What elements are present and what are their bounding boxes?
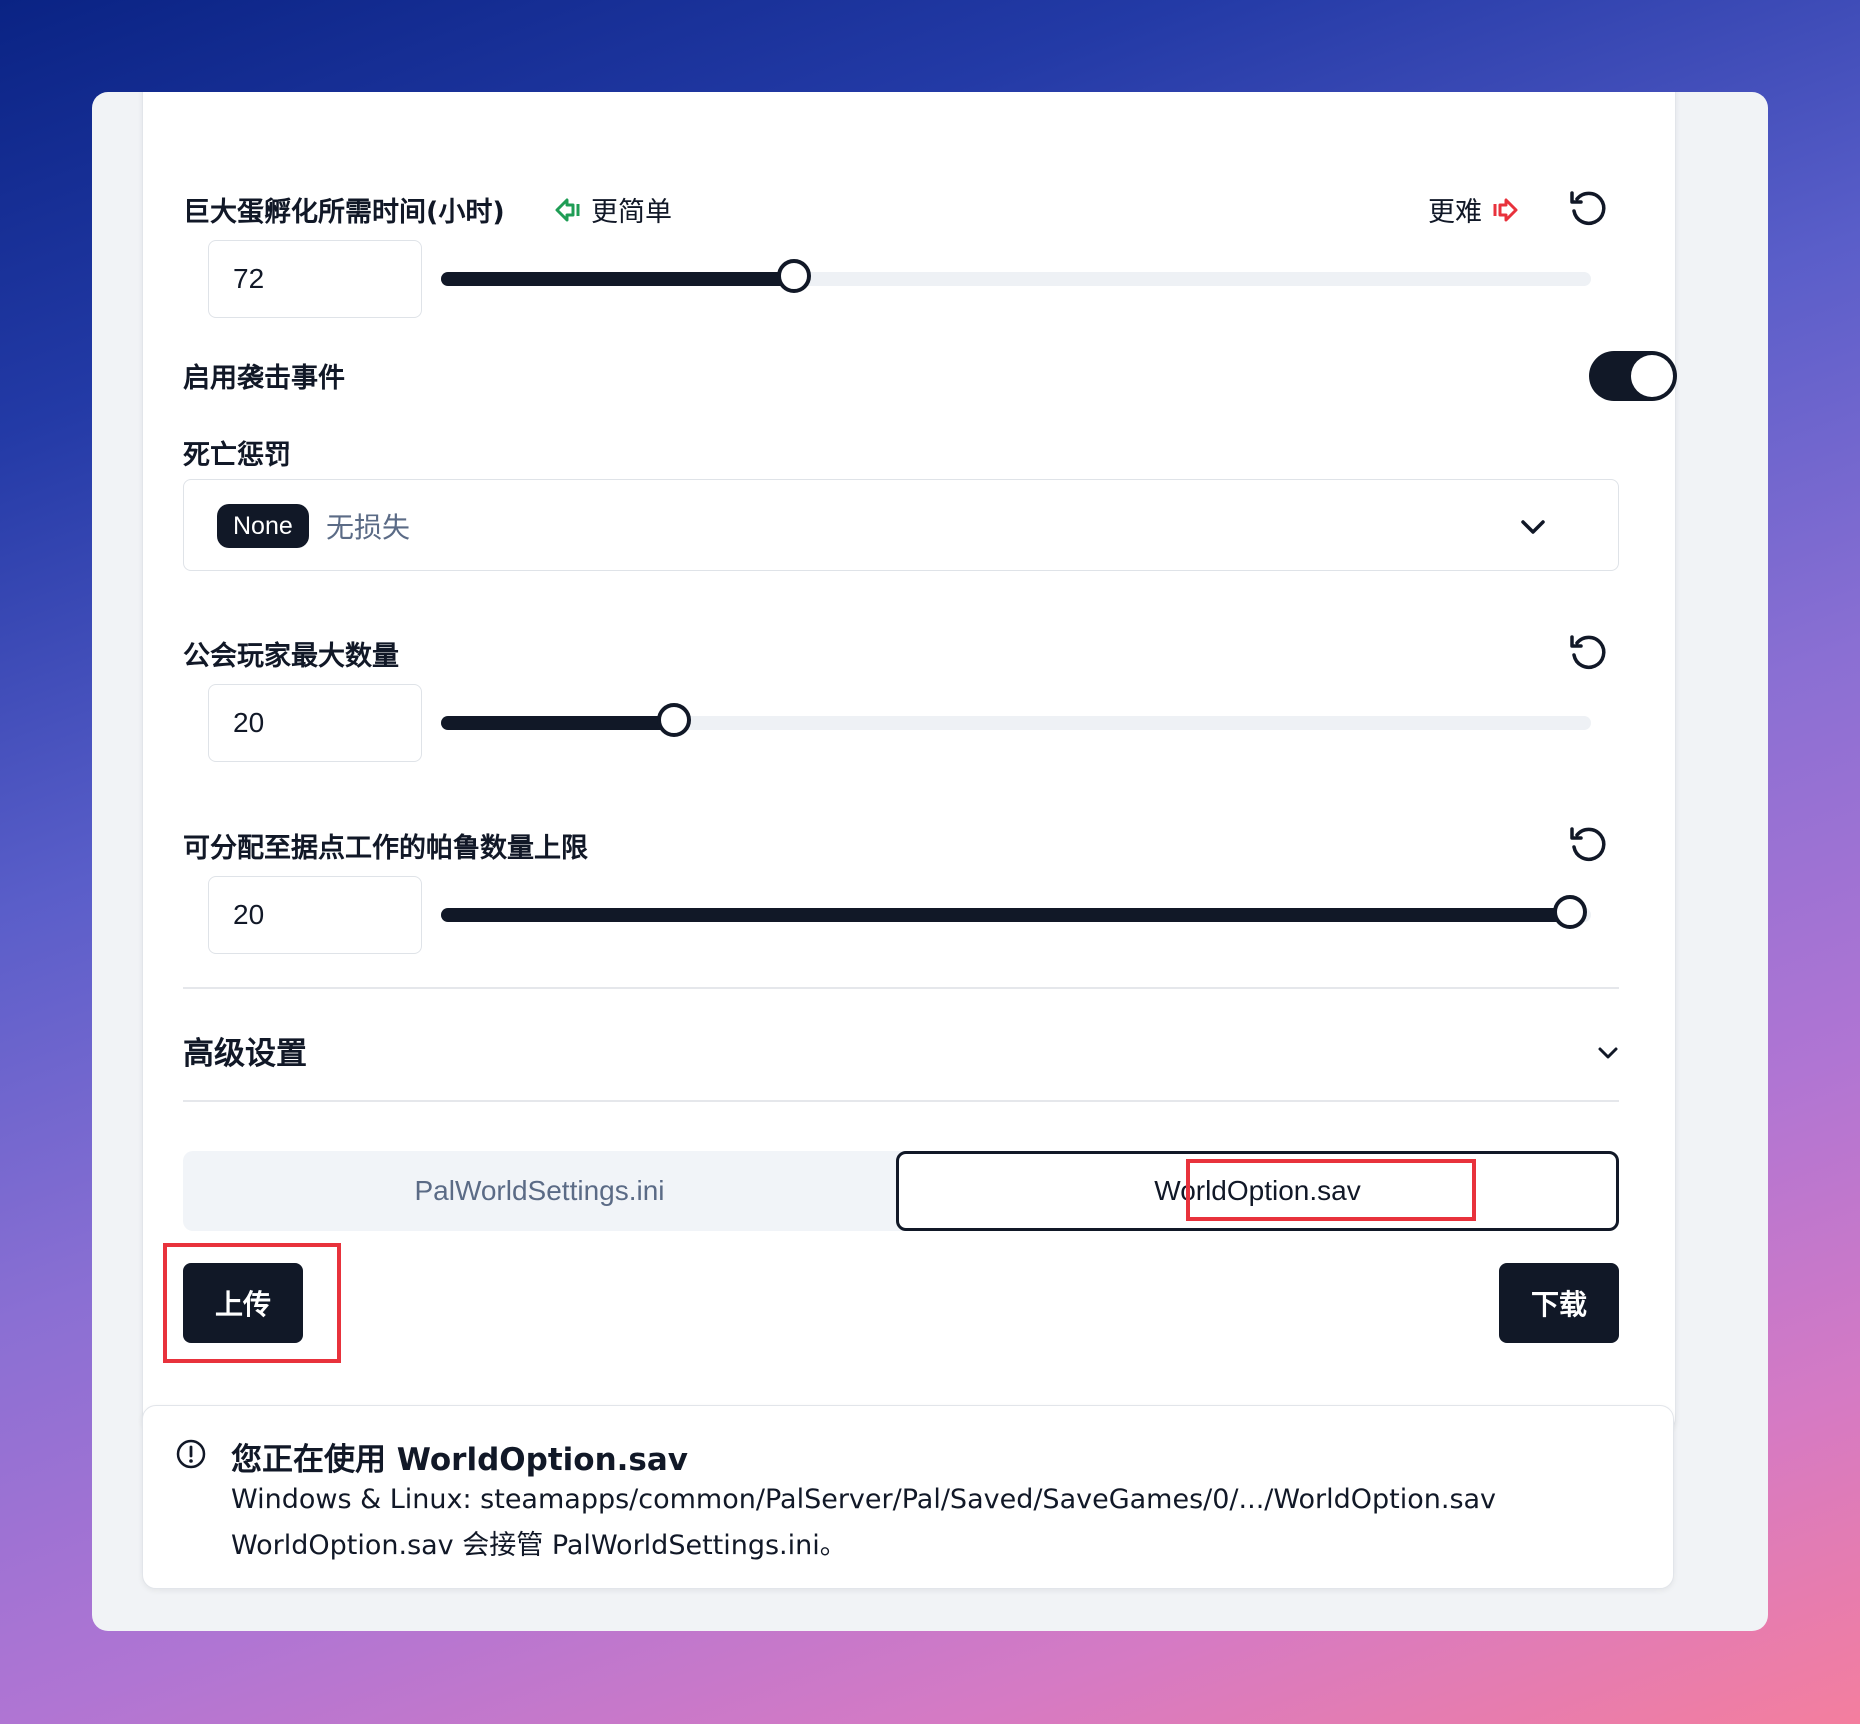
base-camp-workers-input[interactable]: 20 [208,876,422,954]
chevron-down-icon [1521,520,1545,534]
info-circle-icon [176,1439,206,1469]
download-button[interactable]: 下载 [1499,1263,1619,1343]
slider-fill [441,716,675,730]
arrow-left-icon [555,198,580,221]
upload-highlight-box [163,1243,341,1363]
slider-thumb[interactable] [777,259,812,293]
advanced-chevron-down-icon[interactable] [1595,1040,1621,1066]
notice-title: 您正在使用 WorldOption.sav [231,1442,688,1478]
reset-egg-hatch-icon[interactable] [1567,187,1609,229]
raid-event-label: 启用袭击事件 [183,363,345,394]
guild-max-players-slider[interactable] [441,703,1591,737]
divider [183,1100,1619,1102]
advanced-settings-label: 高级设置 [183,1036,307,1072]
guild-max-players-label: 公会玩家最大数量 [183,641,399,672]
arrow-right-icon [1493,198,1518,221]
easier-label: 更简单 [591,197,672,228]
slider-thumb[interactable] [1553,895,1588,929]
slider-fill [441,272,795,286]
guild-max-players-input[interactable]: 20 [208,684,422,762]
settings-card: 巨大蛋孵化所需时间(小时) 更简单 更难 72 启用袭击事件 死亡惩罚 None… [142,92,1677,1432]
death-penalty-label: 死亡惩罚 [183,440,291,471]
easier-hint: 更简单 [553,190,672,229]
tab-highlight-box [1186,1159,1476,1221]
raid-event-toggle[interactable] [1589,351,1677,401]
notice-path: Windows & Linux: steamapps/common/PalSer… [231,1484,1497,1515]
reset-base-camp-workers-icon[interactable] [1567,823,1609,865]
egg-hatch-label: 巨大蛋孵化所需时间(小时) [183,197,505,228]
egg-hatch-input[interactable]: 72 [208,240,422,318]
slider-thumb[interactable] [657,703,692,737]
divider [183,987,1619,989]
reset-guild-max-players-icon[interactable] [1567,631,1609,673]
toggle-knob [1631,355,1673,397]
harder-hint: 更难 [1428,190,1520,229]
death-penalty-value: 无损失 [326,511,411,544]
harder-label: 更难 [1428,197,1482,228]
tab-palworldsettings-ini[interactable]: PalWorldSettings.ini [183,1151,896,1231]
death-penalty-select[interactable]: None 无损失 [183,479,1619,571]
slider-fill [441,908,1571,922]
egg-hatch-slider[interactable] [441,259,1591,293]
notice-description: WorldOption.sav 会接管 PalWorldSettings.ini… [231,1530,847,1561]
base-camp-workers-label: 可分配至据点工作的帕鲁数量上限 [183,833,588,864]
death-penalty-badge: None [217,504,309,548]
app-window: 巨大蛋孵化所需时间(小时) 更简单 更难 72 启用袭击事件 死亡惩罚 None… [92,92,1768,1631]
notice-alert: 您正在使用 WorldOption.sav Windows & Linux: s… [142,1405,1674,1589]
base-camp-workers-slider[interactable] [441,895,1591,929]
